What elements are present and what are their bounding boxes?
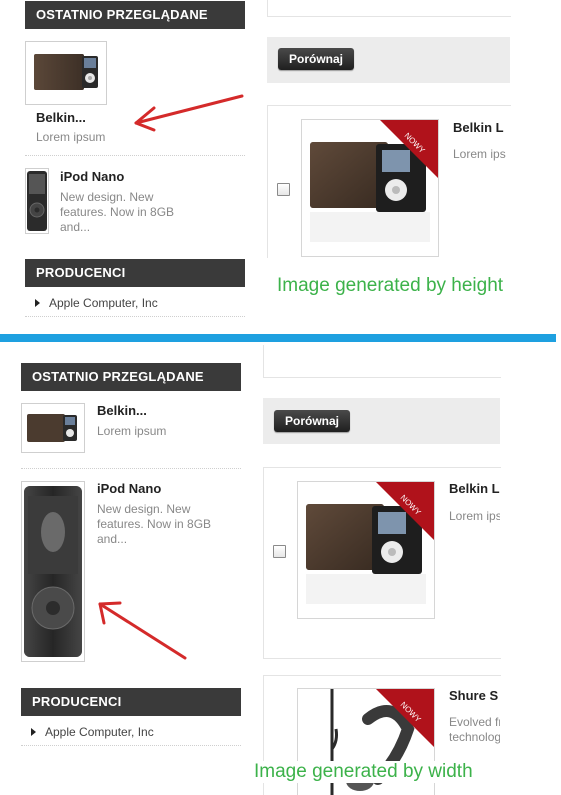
belkin-case-image (34, 54, 98, 90)
belkin-thumbnail[interactable] (21, 403, 85, 453)
producer-link-label: Apple Computer, Inc (45, 725, 154, 739)
recent-item-name[interactable]: Belkin... (36, 110, 86, 125)
ipod-nano-thumbnail[interactable] (25, 168, 49, 234)
caption-note: Image generated by width (254, 761, 481, 783)
recent-item-name[interactable]: iPod Nano (97, 481, 161, 496)
recent-item-desc: Lorem ipsum (97, 424, 167, 438)
compare-button[interactable]: Porównaj (278, 48, 354, 70)
producer-link-label: Apple Computer, Inc (49, 296, 158, 310)
compare-checkbox[interactable] (277, 183, 290, 196)
desc-line: and... (60, 220, 91, 234)
recent-item-name[interactable]: Belkin... (97, 403, 147, 418)
product-name[interactable]: Shure S (449, 688, 500, 703)
product-name[interactable]: Belkin L (453, 120, 510, 135)
recent-header: OSTATNIO PRZEGLĄDANE (25, 1, 245, 29)
desc-line: New design. New (60, 190, 154, 204)
recent-item-desc: New design. New features. Now in 8GB and… (97, 502, 211, 547)
product-image[interactable]: NOWY (301, 119, 439, 257)
triangle-right-icon (35, 298, 40, 307)
belkin-case-image: NOWY (310, 120, 438, 242)
desc-line: New design. New (97, 502, 191, 516)
section-divider (0, 334, 556, 342)
annotation-arrow (98, 601, 187, 660)
product-desc: Evolved fr technolog (449, 715, 500, 745)
desc-line: and... (97, 532, 128, 546)
producer-link[interactable]: Apple Computer, Inc (31, 725, 154, 739)
recent-item-name[interactable]: iPod Nano (60, 169, 124, 184)
triangle-right-icon (31, 727, 36, 736)
compare-checkbox[interactable] (273, 545, 286, 558)
recent-header: OSTATNIO PRZEGLĄDANE (21, 363, 241, 391)
producer-link[interactable]: Apple Computer, Inc (35, 296, 158, 310)
product-desc: Lorem ips (449, 509, 500, 523)
separator (21, 468, 241, 469)
recent-item-desc: Lorem ipsum (36, 130, 106, 144)
previous-card-edge (267, 0, 511, 17)
ipod-nano-image (27, 171, 47, 231)
belkin-thumbnail[interactable] (25, 41, 107, 105)
belkin-case-image (27, 414, 77, 442)
product-name[interactable]: Belkin L (449, 481, 500, 496)
desc-line: technolog (449, 730, 500, 744)
desc-line: features. Now in 8GB (60, 205, 175, 219)
producers-header: PRODUCENCI (21, 688, 241, 716)
product-image[interactable]: NOWY (297, 481, 435, 619)
desc-line: Evolved fr (449, 715, 500, 729)
separator (25, 155, 245, 156)
ipod-nano-thumbnail[interactable] (21, 481, 85, 662)
belkin-case-image: NOWY (306, 482, 434, 604)
desc-line: features. Now in 8GB (97, 517, 212, 531)
separator (21, 745, 241, 746)
caption-note: Image generated by height (277, 275, 504, 296)
ipod-nano-image (24, 486, 82, 657)
recent-item-desc: New design. New features. Now in 8GB and… (60, 190, 174, 235)
previous-card-edge (263, 345, 501, 378)
producers-header: PRODUCENCI (25, 259, 245, 287)
annotation-arrow (134, 94, 244, 132)
separator (25, 316, 245, 317)
compare-button[interactable]: Porównaj (274, 410, 350, 432)
product-desc: Lorem ips (453, 147, 506, 161)
